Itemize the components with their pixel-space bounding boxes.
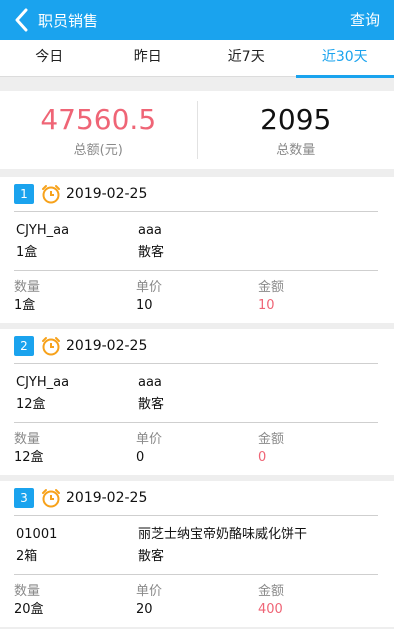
product-name: aaa [138, 223, 162, 238]
record-header: 3 2019-02-25 [14, 481, 378, 516]
index-badge: 2 [14, 336, 34, 356]
alarm-clock-icon [42, 185, 60, 204]
list-item[interactable]: 1 2019-02-25 CJYH_aa aaa 1盒 散客 数量 单价 金额 1盒… [0, 177, 394, 323]
amount-value: 400 [258, 602, 283, 617]
product-code: CJYH_aa [16, 375, 70, 390]
product-name: aaa [138, 375, 162, 390]
amount-value: 0 [258, 450, 267, 465]
record-metrics: 数量 单价 金额 12盒 0 0 [14, 423, 378, 475]
customer-name: 散客 [138, 549, 165, 564]
total-quantity-value: 2095 [260, 102, 332, 136]
quantity-label: 数量 [14, 432, 41, 447]
tab-last-30-days[interactable]: 近30天 [295, 40, 394, 78]
alarm-clock-icon [42, 337, 60, 356]
product-code: 01001 [16, 527, 58, 542]
total-amount-label: 总额(元) [73, 142, 123, 158]
record-metrics: 数量 单价 金额 1盒 10 10 [14, 271, 378, 323]
unit-price-label: 单价 [136, 432, 163, 447]
index-badge: 3 [14, 488, 34, 508]
alarm-clock-icon [42, 489, 60, 508]
back-arrow-icon[interactable] [6, 0, 36, 40]
total-amount-value: 47560.5 [40, 102, 157, 136]
quantity-value: 12盒 [14, 450, 44, 465]
record-info: CJYH_aa aaa 12盒 散客 [14, 364, 378, 423]
customer-name: 散客 [138, 397, 165, 412]
tab-last-7-days[interactable]: 近7天 [197, 40, 296, 76]
record-date: 2019-02-25 [66, 338, 148, 354]
quantity-label: 数量 [14, 584, 41, 599]
summary-panel: 47560.5 总额(元) 2095 总数量 [0, 91, 394, 169]
tab-today[interactable]: 今日 [0, 40, 99, 76]
record-header: 1 2019-02-25 [14, 177, 378, 212]
index-badge: 1 [14, 184, 34, 204]
record-info: 01001 丽芝士纳宝帝奶酪味威化饼干 2箱 散客 [14, 516, 378, 575]
total-quantity-cell: 2095 总数量 [198, 103, 394, 158]
product-code: CJYH_aa [16, 223, 70, 238]
record-date: 2019-02-25 [66, 490, 148, 506]
amount-label: 金额 [258, 432, 285, 447]
amount-value: 10 [258, 298, 275, 313]
unit-price-value: 0 [136, 450, 145, 465]
unit-price-value: 20 [136, 602, 153, 617]
quantity-value: 20盒 [14, 602, 44, 617]
list-item[interactable]: 3 2019-02-25 01001 丽芝士纳宝帝奶酪味威化饼干 2箱 散客 数量 … [0, 481, 394, 627]
product-unit: 12盒 [16, 397, 46, 412]
product-unit: 2箱 [16, 549, 38, 564]
customer-name: 散客 [138, 245, 165, 260]
query-button[interactable]: 查询 [350, 0, 380, 40]
unit-price-label: 单价 [136, 584, 163, 599]
list-item[interactable]: 2 2019-02-25 CJYH_aa aaa 12盒 散客 数量 单价 金额 1… [0, 329, 394, 475]
record-list: 1 2019-02-25 CJYH_aa aaa 1盒 散客 数量 单价 金额 1盒… [0, 177, 394, 627]
record-info: CJYH_aa aaa 1盒 散客 [14, 212, 378, 271]
record-header: 2 2019-02-25 [14, 329, 378, 364]
unit-price-label: 单价 [136, 280, 163, 295]
period-tabs: 今日 昨日 近7天 近30天 [0, 40, 394, 78]
product-name: 丽芝士纳宝帝奶酪味威化饼干 [138, 527, 308, 542]
page-title: 职员销售 [38, 11, 99, 30]
quantity-value: 1盒 [14, 298, 36, 313]
total-amount-cell: 47560.5 总额(元) [0, 103, 197, 158]
app-header: 职员销售 查询 [0, 0, 394, 40]
amount-label: 金额 [258, 584, 285, 599]
record-date: 2019-02-25 [66, 186, 148, 202]
tab-yesterday[interactable]: 昨日 [99, 40, 198, 76]
unit-price-value: 10 [136, 298, 153, 313]
amount-label: 金额 [258, 280, 285, 295]
record-metrics: 数量 单价 金额 20盒 20 400 [14, 575, 378, 627]
product-unit: 1盒 [16, 245, 38, 260]
quantity-label: 数量 [14, 280, 41, 295]
total-quantity-label: 总数量 [276, 142, 316, 158]
